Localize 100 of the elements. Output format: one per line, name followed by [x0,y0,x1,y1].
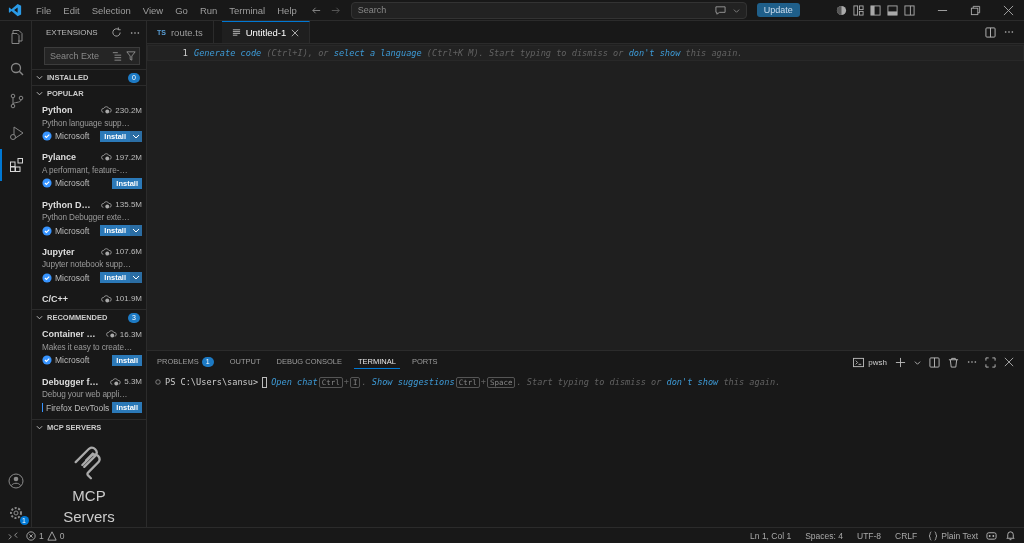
update-button[interactable]: Update [756,3,800,17]
publisher-name: Microsoft [55,131,91,142]
trash-icon[interactable] [948,356,959,368]
download-count: 5.3M [124,377,142,387]
more-actions-icon[interactable] [130,30,140,35]
extensions-icon [8,157,25,173]
refresh-icon[interactable] [111,27,122,39]
install-dropdown-icon[interactable] [130,130,142,142]
menu-item[interactable]: Run [193,4,224,16]
remote-icon[interactable] [8,530,18,541]
download-count: 197.2M [115,152,142,162]
status-circle-icon [155,379,161,385]
text-file-icon [231,28,241,37]
download-count: 107.6M [115,247,142,257]
search-icon [8,61,25,77]
publisher-name: Firefox DevTools [46,402,110,413]
terminal-prompt: PS C:\Users\sansu> [165,377,259,387]
extension-name: Jupyter [42,246,76,257]
command-center[interactable]: Search [350,1,747,19]
extension-description: Jupyter notebook supp… [42,260,132,270]
close-icon[interactable] [291,28,300,37]
secondary-sidebar-icon[interactable] [904,4,915,16]
terminal-icon [853,356,865,368]
extension-description: Python language supp… [42,118,131,128]
plus-icon[interactable] [895,356,906,368]
error-icon [26,530,36,541]
more-actions-icon[interactable] [967,360,977,364]
download-cloud-icon [105,329,117,340]
caret-icon[interactable] [914,358,921,366]
status-item[interactable]: Spaces: 4 [802,530,846,541]
theme-icon[interactable] [836,4,847,16]
download-cloud-icon [110,376,122,387]
maximize-icon[interactable] [985,356,996,368]
files-icon [8,29,25,45]
install-dropdown-icon[interactable] [130,225,142,237]
clear-filter-icon[interactable] [112,50,122,61]
search-field[interactable]: Search [351,4,708,16]
braces-icon [928,530,939,541]
bell-icon[interactable] [1005,530,1016,541]
extension-name: Python D… [42,199,92,210]
menu-item[interactable]: Help [271,4,303,16]
line-number: 1 [181,48,189,58]
download-count: 16.3M [119,329,142,339]
panel-toggle-icon[interactable] [887,4,898,16]
account-icon[interactable] [7,473,24,489]
extension-name: Container … [42,329,97,340]
settings-icon[interactable] [7,505,24,521]
extension-name: Python [42,105,74,116]
restore-icon[interactable] [970,4,981,16]
extension-description: A performant, feature-… [42,165,129,175]
split-editor-icon[interactable] [985,26,996,38]
more-actions-icon[interactable] [1004,30,1014,34]
shell-name[interactable]: pwsh [868,357,887,367]
download-cloud-icon [101,199,113,210]
problems-indicator[interactable]: 1 0 [26,530,65,541]
download-count: 230.2M [115,105,142,115]
publisher-name: Microsoft [55,272,91,283]
filter-icon[interactable] [126,50,136,61]
caret-icon[interactable] [732,6,740,14]
extension-name: Debugger f… [42,376,100,387]
editor-tab[interactable]: Untitled-1 [221,21,311,43]
download-cloud-icon [101,152,113,163]
menu-item[interactable]: View [136,4,170,16]
download-count: 135.5M [115,200,142,210]
terminal-cursor [262,376,268,388]
sidebar-toggle-icon[interactable] [870,4,881,16]
download-cloud-icon [101,293,113,304]
status-item[interactable]: Ln 1, Col 1 [747,530,795,541]
menu-item[interactable]: Selection [85,4,137,16]
chat-icon[interactable] [713,4,727,16]
publisher-name: Microsoft [55,178,91,189]
run-debug-icon [8,125,25,141]
menu-item[interactable]: Terminal [223,4,272,16]
menu-item[interactable]: File [30,4,58,16]
menu-item[interactable]: Edit [57,4,86,16]
extension-search-field[interactable]: Search Exte [45,49,108,62]
extension-search-box[interactable]: Search Exte [44,46,140,66]
extension-description: Makes it easy to create… [42,342,133,352]
extension-name: C/C++ [42,293,69,304]
extension-name: Pylance [42,152,78,163]
install-dropdown-icon[interactable] [130,272,142,284]
app-logo-icon [8,3,22,17]
status-item[interactable]: CRLF [892,530,921,541]
sidebar-title: EXTENSIONS [46,28,99,38]
status-item[interactable]: UTF-8 [854,530,885,541]
close-icon[interactable] [1004,357,1014,367]
download-cloud-icon [101,246,113,257]
warning-icon [46,530,57,541]
close-icon[interactable] [1003,4,1014,16]
extension-description: Debug your web appli… [42,390,129,400]
split-terminal-icon[interactable] [929,356,940,368]
download-count: 101.9M [115,294,142,304]
copilot-icon[interactable] [986,530,997,541]
menu-item[interactable]: Go [169,4,194,16]
download-cloud-icon [101,105,113,116]
extension-description: Python Debugger exte… [42,213,131,223]
source-control-icon [8,93,25,109]
layout-icon[interactable] [853,4,864,16]
language-mode[interactable]: Plain Text [928,530,978,541]
publisher-name: Microsoft [55,225,91,236]
